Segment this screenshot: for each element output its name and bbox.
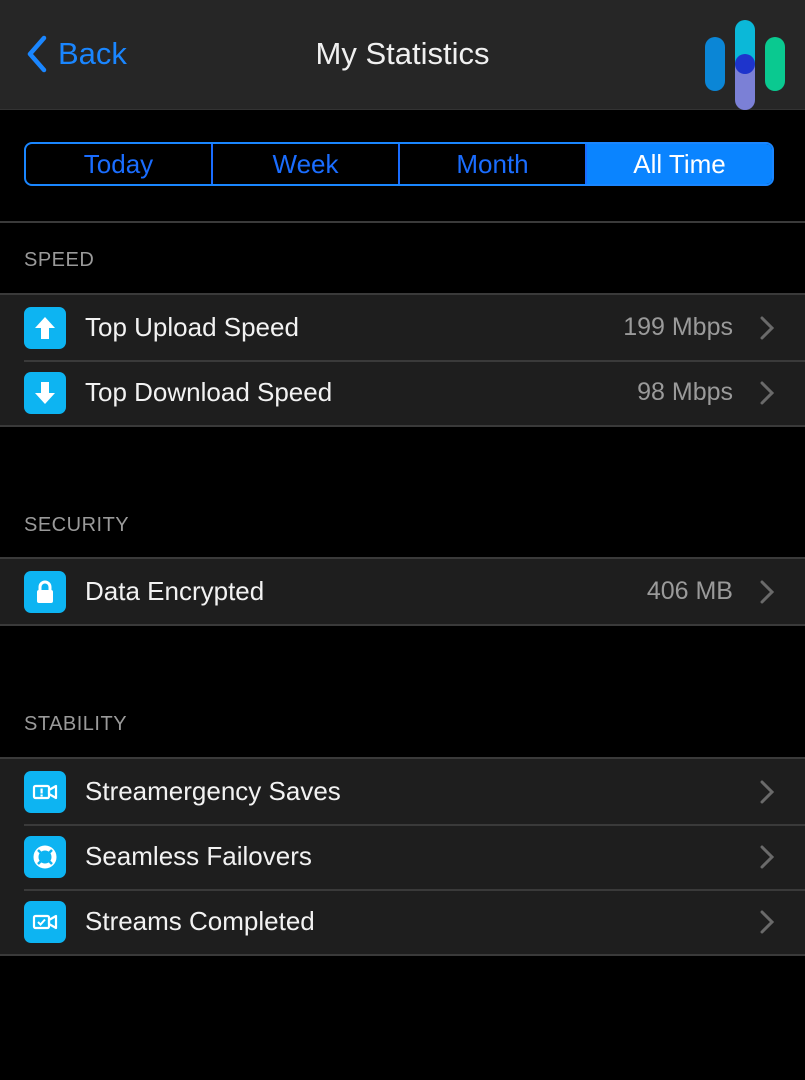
time-range-segmented-control: Today Week Month All Time <box>24 142 774 186</box>
item-label: Streamergency Saves <box>85 776 341 806</box>
chevron-right-icon <box>760 381 775 404</box>
chevron-right-icon <box>760 580 775 603</box>
lock-icon <box>24 570 66 613</box>
list-item-top-download-speed[interactable]: Top Download Speed 98 Mbps <box>0 360 805 425</box>
lifebuoy-icon <box>24 835 66 878</box>
item-value: 98 Mbps <box>637 378 733 406</box>
chevron-right-icon <box>760 780 775 803</box>
video-check-icon <box>24 900 66 943</box>
section-header-speed: SPEED <box>24 249 95 271</box>
app-logo-icon <box>705 20 785 110</box>
speed-group: Top Upload Speed 199 Mbps Top Download S… <box>0 293 805 427</box>
video-alert-icon <box>24 770 66 813</box>
list-item-seamless-failovers[interactable]: Seamless Failovers <box>0 824 805 889</box>
item-label: Top Upload Speed <box>85 312 299 342</box>
arrow-down-icon <box>24 371 66 414</box>
nav-bar: Back My Statistics <box>0 0 805 110</box>
stability-group: Streamergency Saves Seamless Failovers S… <box>0 757 805 956</box>
page-title: My Statistics <box>315 36 490 71</box>
arrow-up-icon <box>24 306 66 349</box>
tab-all-time[interactable]: All Time <box>587 144 772 184</box>
divider <box>0 221 805 223</box>
item-label: Streams Completed <box>85 906 315 936</box>
list-item-data-encrypted[interactable]: Data Encrypted 406 MB <box>0 559 805 624</box>
list-item-streams-completed[interactable]: Streams Completed <box>0 889 805 954</box>
chevron-right-icon <box>760 316 775 339</box>
item-value: 406 MB <box>646 577 733 605</box>
item-label: Seamless Failovers <box>85 841 312 871</box>
section-header-security: SECURITY <box>24 514 130 536</box>
chevron-right-icon <box>760 910 775 933</box>
list-item-streamergency-saves[interactable]: Streamergency Saves <box>0 759 805 824</box>
tab-month[interactable]: Month <box>400 144 587 184</box>
chevron-right-icon <box>760 845 775 868</box>
item-label: Top Download Speed <box>85 377 333 407</box>
tab-today[interactable]: Today <box>26 144 213 184</box>
item-value: 199 Mbps <box>623 313 733 341</box>
item-label: Data Encrypted <box>85 576 265 606</box>
list-item-top-upload-speed[interactable]: Top Upload Speed 199 Mbps <box>0 295 805 360</box>
tab-week[interactable]: Week <box>213 144 400 184</box>
security-group: Data Encrypted 406 MB <box>0 557 805 626</box>
section-header-stability: STABILITY <box>24 713 128 735</box>
